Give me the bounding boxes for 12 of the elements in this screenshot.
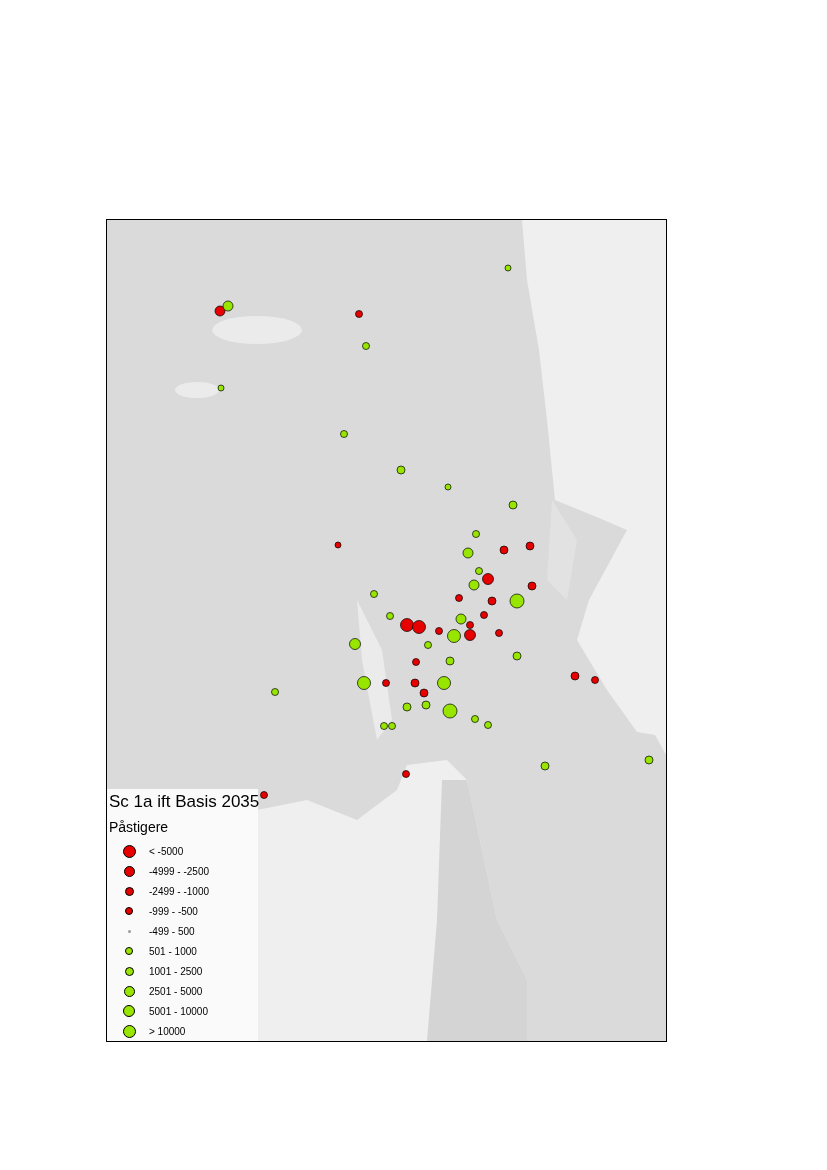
legend-label: 501 - 1000 xyxy=(149,944,197,959)
legend-label: 5001 - 10000 xyxy=(149,1004,208,1019)
legend-label: -4999 - -2500 xyxy=(149,864,210,879)
legend-title: Sc 1a ift Basis 2035 xyxy=(109,791,258,813)
legend-label: -2499 - -1000 xyxy=(149,884,210,899)
legend-subtitle: Påstigere xyxy=(109,818,170,837)
legend-label: > 10000 xyxy=(149,1024,186,1039)
legend-label: < -5000 xyxy=(149,844,184,859)
legend-label: 1001 - 2500 xyxy=(149,964,203,979)
legend-label: 2501 - 5000 xyxy=(149,984,203,999)
legend-label: -999 - -500 xyxy=(149,904,198,919)
legend-label: -499 - 500 xyxy=(149,924,195,939)
